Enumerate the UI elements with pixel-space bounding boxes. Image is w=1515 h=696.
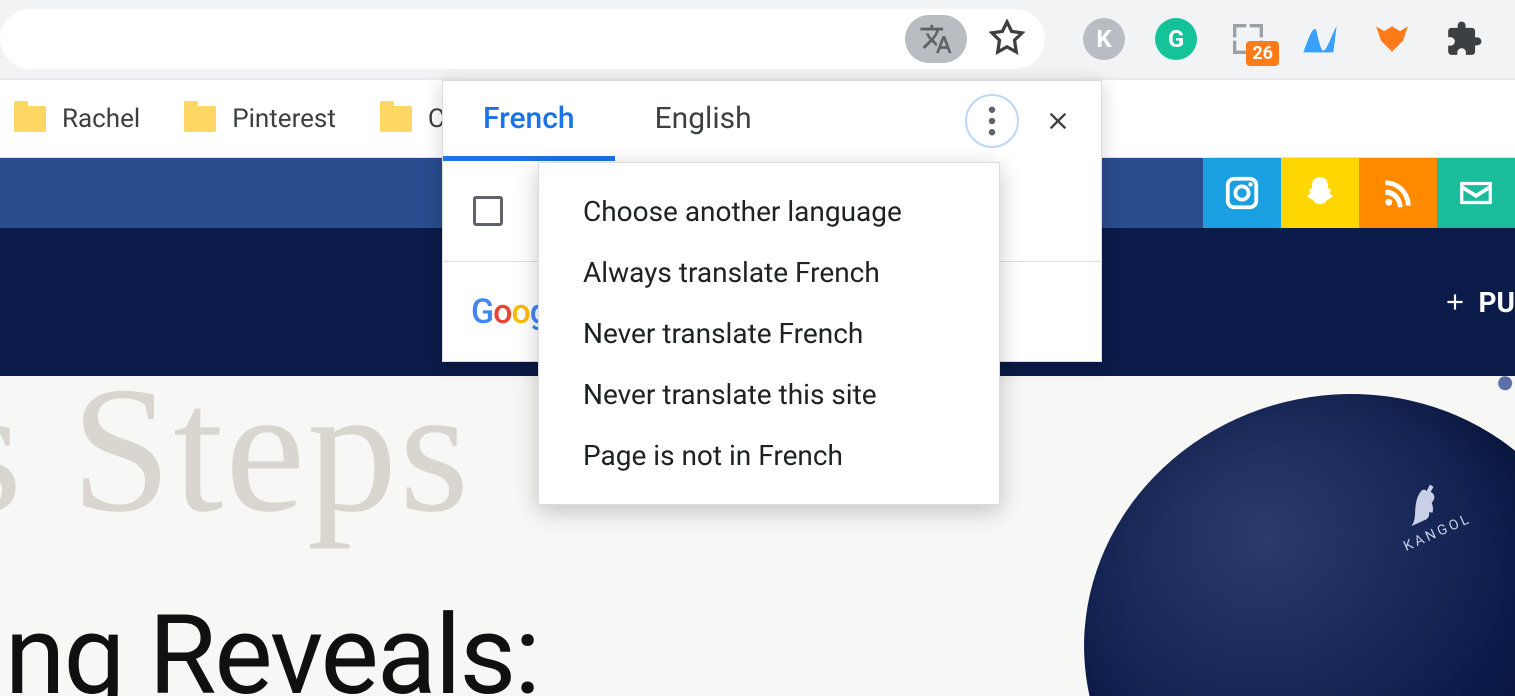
bookmark-folder-pinterest[interactable]: Pinterest bbox=[184, 104, 336, 134]
translate-close-button[interactable] bbox=[1037, 100, 1079, 142]
translate-icon bbox=[919, 22, 953, 56]
menu-always-translate[interactable]: Always translate French bbox=[539, 242, 999, 303]
wave-icon bbox=[1300, 19, 1340, 59]
bookmark-label: Rachel bbox=[62, 104, 140, 134]
checkbox-icon[interactable] bbox=[473, 196, 503, 226]
omnibox[interactable] bbox=[0, 9, 1045, 69]
snapchat-icon bbox=[1301, 174, 1339, 212]
social-snapchat[interactable] bbox=[1281, 158, 1359, 228]
extension-badge: 26 bbox=[1246, 41, 1279, 66]
menu-never-translate-lang[interactable]: Never translate French bbox=[539, 303, 999, 364]
social-row bbox=[1203, 158, 1515, 228]
mail-icon bbox=[1457, 174, 1495, 212]
close-icon bbox=[1044, 107, 1072, 135]
menu-page-not-in-lang[interactable]: Page is not in French bbox=[539, 425, 999, 486]
extensions-row: K G 26 bbox=[1065, 18, 1503, 60]
social-mail[interactable] bbox=[1437, 158, 1515, 228]
translate-icon-button[interactable] bbox=[905, 15, 967, 63]
extension-wave[interactable] bbox=[1299, 18, 1341, 60]
translate-options-button[interactable] bbox=[965, 94, 1019, 148]
rss-icon bbox=[1379, 174, 1417, 212]
hero-script-text: ss Steps bbox=[0, 376, 471, 553]
publish-button[interactable]: PU bbox=[1442, 286, 1515, 319]
folder-icon bbox=[380, 106, 412, 132]
tab-label: French bbox=[483, 101, 575, 136]
tab-label: English bbox=[655, 101, 752, 136]
google-logo: Goog bbox=[471, 292, 548, 332]
bookmark-folder-rachel[interactable]: Rachel bbox=[14, 104, 140, 134]
extension-grammarly[interactable]: G bbox=[1155, 18, 1197, 60]
translate-tab-target[interactable]: English bbox=[615, 81, 792, 161]
plus-icon bbox=[1442, 289, 1468, 315]
folder-icon bbox=[184, 106, 216, 132]
translate-tab-source[interactable]: French bbox=[443, 81, 615, 161]
browser-toolbar: K G 26 bbox=[0, 0, 1515, 80]
more-vert-icon bbox=[988, 106, 996, 136]
menu-never-translate-site[interactable]: Never translate this site bbox=[539, 364, 999, 425]
hero-title: ing Reveals: bbox=[0, 591, 539, 696]
hero-image-cap: KANGOL bbox=[1032, 376, 1515, 696]
bookmark-folder-c[interactable]: C bbox=[380, 104, 445, 134]
translate-options-menu: Choose another language Always translate… bbox=[538, 162, 1000, 505]
bookmark-star-button[interactable] bbox=[989, 19, 1025, 59]
folder-icon bbox=[14, 106, 46, 132]
puzzle-icon bbox=[1445, 20, 1483, 58]
menu-choose-language[interactable]: Choose another language bbox=[539, 181, 999, 242]
extensions-menu-button[interactable] bbox=[1443, 18, 1485, 60]
translate-popup-header: French English bbox=[443, 81, 1101, 161]
extension-scraper[interactable]: 26 bbox=[1227, 18, 1269, 60]
extension-fox[interactable] bbox=[1371, 18, 1413, 60]
extension-k[interactable]: K bbox=[1083, 18, 1125, 60]
fox-icon bbox=[1371, 20, 1413, 58]
publish-label: PU bbox=[1478, 286, 1515, 319]
star-icon bbox=[989, 19, 1025, 55]
social-instagram[interactable] bbox=[1203, 158, 1281, 228]
bookmark-label: Pinterest bbox=[232, 104, 336, 134]
social-rss[interactable] bbox=[1359, 158, 1437, 228]
instagram-icon bbox=[1223, 174, 1261, 212]
cap-brand: KANGOL bbox=[1383, 468, 1475, 554]
